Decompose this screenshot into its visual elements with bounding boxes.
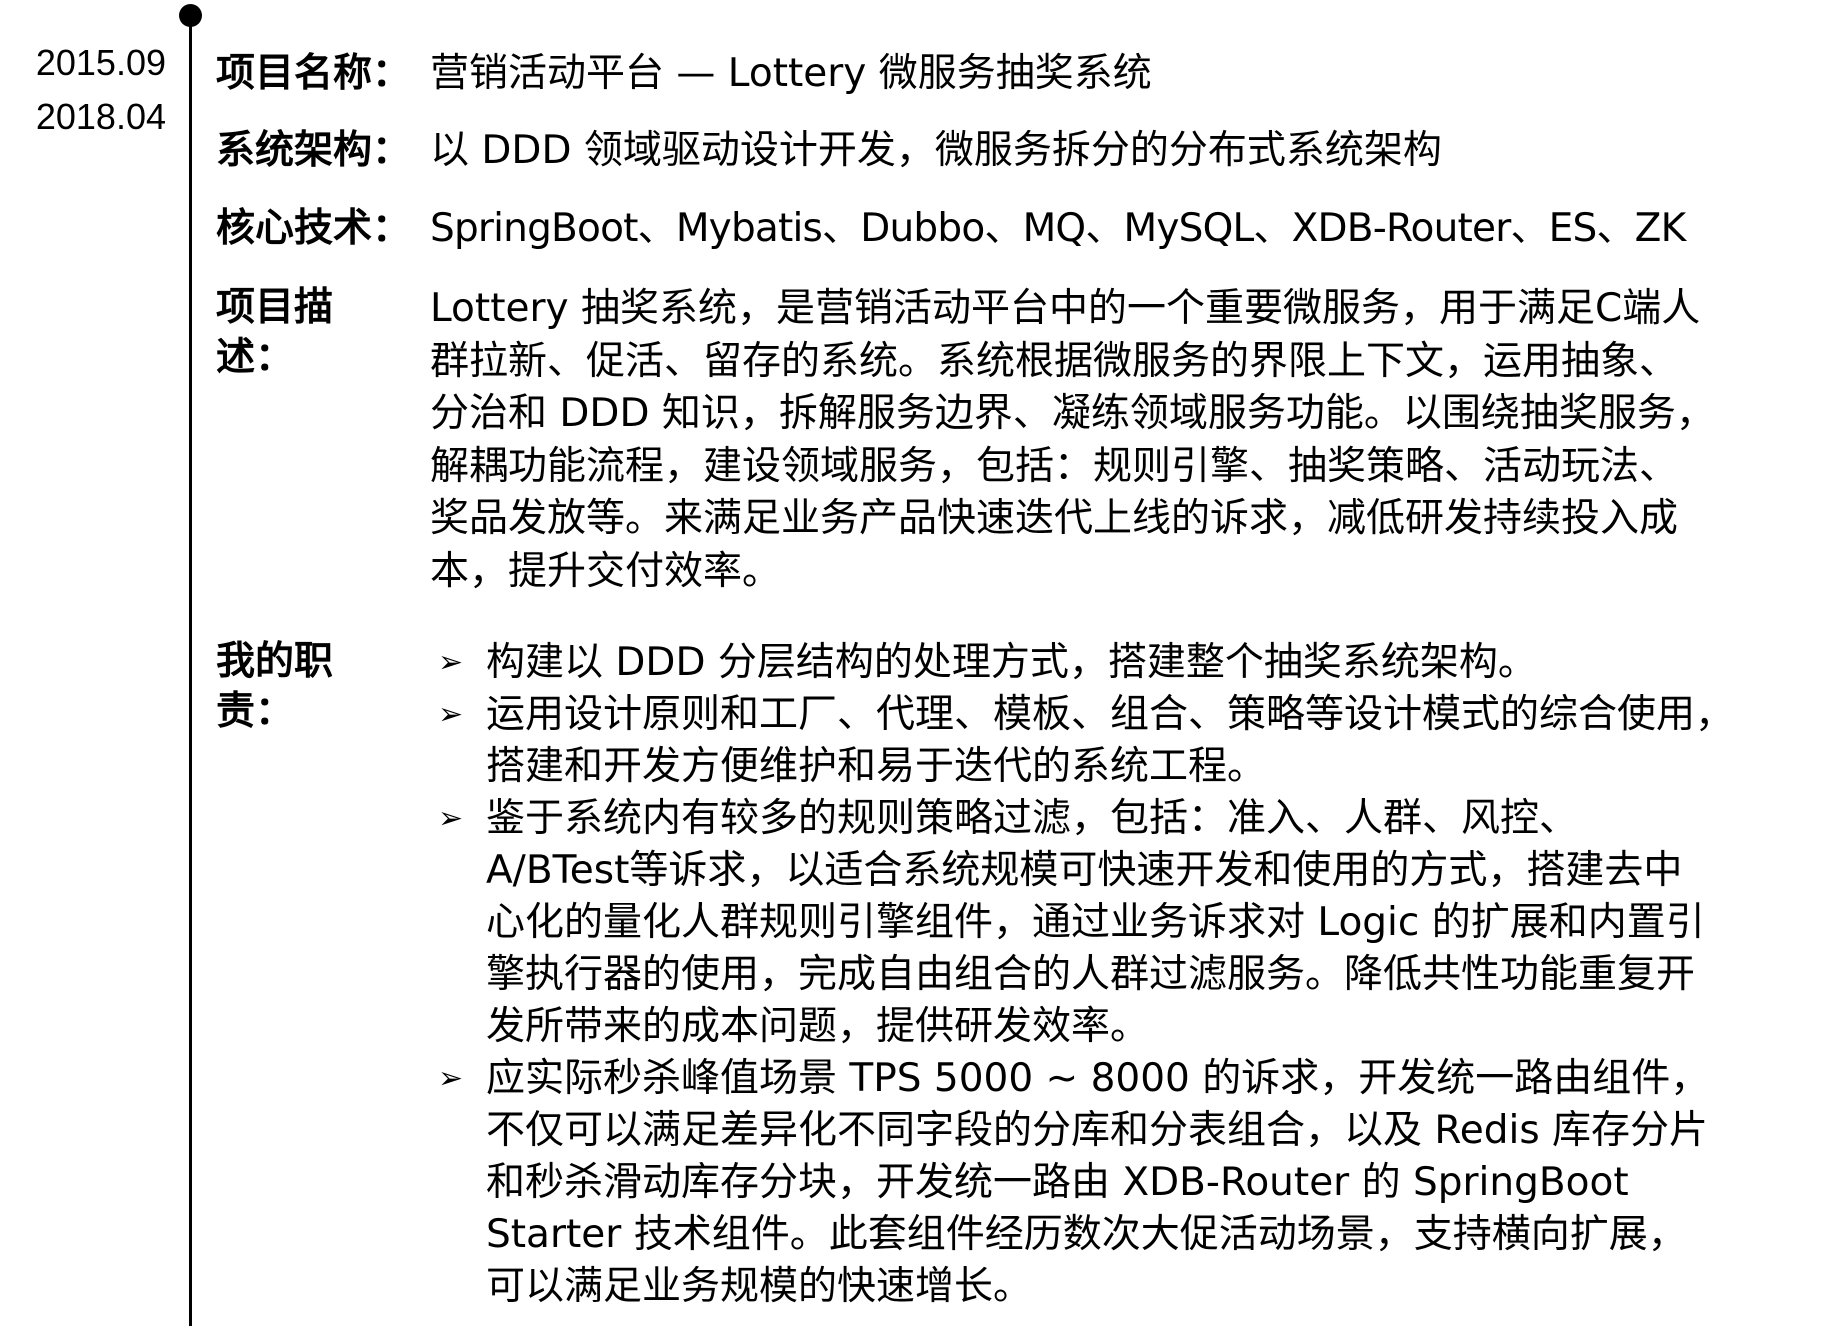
system-architecture-label: 系统架构： bbox=[216, 128, 412, 173]
core-tech-value: SpringBoot、Mybatis、Dubbo、MQ、MySQL、XDB-Ro… bbox=[430, 206, 1686, 251]
project-description-text: Lottery 抽奖系统，是营销活动平台中的一个重要微服务，用于满足C端人 群拉新… bbox=[430, 283, 1830, 598]
project-description-label: 项目描述： bbox=[216, 285, 334, 380]
project-name-label: 项目名称： bbox=[216, 51, 412, 96]
arrow-bullet-icon: ➢ bbox=[438, 801, 464, 836]
responsibility-line: 运用设计原则和工厂、代理、模板、组合、策略等设计模式的综合使用， bbox=[486, 692, 1735, 737]
system-architecture-value: 以 DDD 领域驱动设计开发，微服务拆分的分布式系统架构 bbox=[430, 128, 1442, 173]
responsibility-item: ➢ 应实际秒杀峰值场景 TPS 5000 ~ 8000 的诉求，开发统一路由组件，… bbox=[430, 1053, 1830, 1313]
responsibility-line: 可以满足业务规模的快速增长。 bbox=[486, 1264, 1033, 1309]
timeline-dot bbox=[179, 4, 202, 27]
responsibility-line: 应实际秒杀峰值场景 TPS 5000 ~ 8000 的诉求，开发统一路由组件， bbox=[486, 1056, 1710, 1101]
responsibility-item: ➢ 构建以 DDD 分层结构的处理方式，搭建整个抽奖系统架构。 bbox=[430, 637, 1830, 689]
arrow-bullet-icon: ➢ bbox=[438, 1061, 464, 1096]
responsibility-line: Starter 技术组件。此套组件经历数次大促活动场景，支持横向扩展， bbox=[486, 1212, 1687, 1257]
arrow-bullet-icon: ➢ bbox=[438, 697, 464, 732]
description-line: 解耦功能流程，建设领域服务，包括：规则引擎、抽奖策略、活动玩法、 bbox=[430, 443, 1679, 489]
responsibility-line: 擎执行器的使用，完成自由组合的人群过滤服务。降低共性功能重复开 bbox=[486, 952, 1696, 997]
core-tech-label: 核心技术： bbox=[216, 206, 412, 251]
responsibility-line: 搭建和开发方便维护和易于迭代的系统工程。 bbox=[486, 744, 1267, 789]
description-line: Lottery 抽奖系统，是营销活动平台中的一个重要微服务，用于满足C端人 bbox=[430, 286, 1701, 331]
date-range: 2015.09 2018.04 bbox=[0, 36, 166, 144]
responsibility-line: 鉴于系统内有较多的规则策略过滤，包括：准入、人群、风控、 bbox=[486, 796, 1579, 841]
description-line: 群拉新、促活、留存的系统。系统根据微服务的界限上下文，运用抽象、 bbox=[430, 338, 1679, 384]
end-date: 2018.04 bbox=[35, 96, 166, 137]
responsibility-line: 构建以 DDD 分层结构的处理方式，搭建整个抽奖系统架构。 bbox=[486, 640, 1537, 685]
responsibility-line: A/BTest等诉求，以适合系统规模可快速开发和使用的方式，搭建去中 bbox=[486, 848, 1683, 893]
description-line: 奖品发放等。来满足业务产品快速迭代上线的诉求，减低研发持续投入成 bbox=[430, 496, 1679, 541]
responsibility-line: 不仅可以满足差异化不同字段的分库和分表组合，以及 Redis 库存分片 bbox=[486, 1108, 1709, 1153]
start-date: 2015.09 bbox=[35, 42, 166, 83]
responsibility-item: ➢ 运用设计原则和工厂、代理、模板、组合、策略等设计模式的综合使用， 搭建和开发方便… bbox=[430, 689, 1830, 793]
arrow-bullet-icon: ➢ bbox=[438, 645, 464, 680]
project-name-value: 营销活动平台 — Lottery 微服务抽奖系统 bbox=[430, 51, 1152, 96]
responsibility-line: 心化的量化人群规则引擎组件，通过业务诉求对 Logic 的扩展和内置引 bbox=[486, 900, 1705, 945]
description-line: 分治和 DDD 知识，拆解服务边界、凝练领域服务功能。以围绕抽奖服务， bbox=[430, 391, 1715, 436]
responsibility-item: ➢ 鉴于系统内有较多的规则策略过滤，包括：准入、人群、风控、 A/BTest等诉求，… bbox=[430, 793, 1830, 1053]
responsibilities-label: 我的职责： bbox=[216, 639, 334, 734]
responsibility-line: 和秒杀滑动库存分块，开发统一路由 XDB-Router 的 SpringBoot bbox=[486, 1160, 1629, 1205]
responsibility-line: 发所带来的成本问题，提供研发效率。 bbox=[486, 1004, 1150, 1049]
timeline-line bbox=[189, 14, 192, 1326]
responsibilities-list: ➢ 构建以 DDD 分层结构的处理方式，搭建整个抽奖系统架构。 ➢ 运用设计原则和工厂… bbox=[430, 637, 1830, 1313]
description-line: 本，提升交付效率。 bbox=[430, 548, 782, 594]
